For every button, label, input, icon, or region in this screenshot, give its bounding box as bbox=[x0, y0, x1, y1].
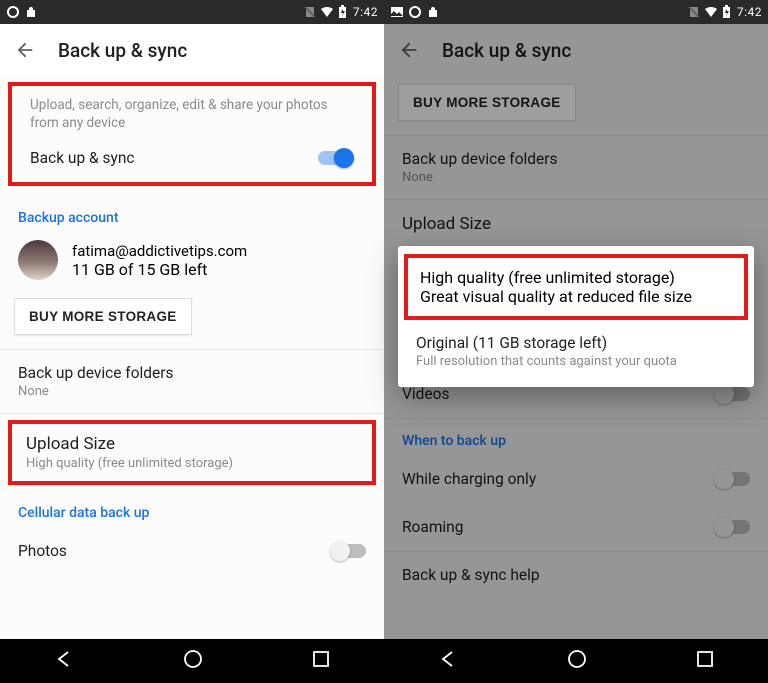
no-sim-icon bbox=[304, 6, 316, 18]
when-to-backup-header: When to back up bbox=[384, 419, 768, 455]
nav-back-icon[interactable] bbox=[54, 649, 74, 673]
device-folders-row[interactable]: Back up device folders None bbox=[384, 136, 768, 199]
phone-left: 7:42 Back up & sync Upload, search, orga… bbox=[0, 0, 384, 683]
cellular-header: Cellular data back up bbox=[0, 491, 384, 527]
clock-time: 7:42 bbox=[353, 5, 378, 19]
no-sim-icon bbox=[688, 6, 700, 18]
bag-icon bbox=[24, 5, 38, 19]
account-email: fatima@addictivetips.com bbox=[72, 242, 247, 260]
upload-size-title: Upload Size bbox=[402, 214, 491, 234]
videos-label: Videos bbox=[402, 385, 449, 403]
nav-bar bbox=[0, 639, 384, 683]
account-storage: 11 GB of 15 GB left bbox=[72, 260, 247, 279]
status-bar: 7:42 bbox=[0, 0, 384, 24]
nav-bar bbox=[384, 639, 768, 683]
device-folders-value: None bbox=[402, 170, 433, 185]
page-header: Back up & sync bbox=[0, 24, 384, 76]
backup-account-header: Backup account bbox=[0, 196, 384, 232]
page-header: Back up & sync bbox=[384, 24, 768, 76]
back-arrow-icon[interactable] bbox=[14, 39, 36, 61]
while-charging-label: While charging only bbox=[402, 470, 536, 488]
page-title: Back up & sync bbox=[58, 39, 187, 62]
circle-icon bbox=[6, 5, 20, 19]
avatar bbox=[18, 240, 58, 280]
device-folders-title: Back up device folders bbox=[402, 150, 558, 168]
back-arrow-icon[interactable] bbox=[398, 39, 420, 61]
nav-back-icon[interactable] bbox=[438, 649, 458, 673]
phone-right: 7:42 Back up & sync BUY MORE STORAGE Bac… bbox=[384, 0, 768, 683]
device-folders-title: Back up device folders bbox=[18, 364, 174, 382]
backup-sync-label: Back up & sync bbox=[30, 149, 135, 167]
videos-toggle[interactable] bbox=[714, 384, 750, 404]
status-bar: 7:42 bbox=[384, 0, 768, 24]
circle-icon bbox=[408, 5, 422, 19]
backup-sync-row[interactable]: Back up & sync bbox=[12, 134, 372, 182]
battery-icon bbox=[722, 5, 731, 19]
description-text: Upload, search, organize, edit & share y… bbox=[12, 86, 372, 134]
hq-title: High quality (free unlimited storage) bbox=[420, 268, 732, 287]
while-charging-row[interactable]: While charging only bbox=[384, 455, 768, 503]
highlight-high-quality: High quality (free unlimited storage) Gr… bbox=[404, 254, 748, 320]
backup-sync-toggle[interactable] bbox=[318, 148, 354, 168]
hq-desc: Great visual quality at reduced file siz… bbox=[420, 287, 732, 306]
account-row[interactable]: fatima@addictivetips.com 11 GB of 15 GB … bbox=[0, 232, 384, 290]
battery-icon bbox=[338, 5, 347, 19]
nav-recent-icon[interactable] bbox=[696, 650, 714, 672]
highlight-backup-sync: Upload, search, organize, edit & share y… bbox=[8, 82, 376, 186]
orig-title: Original (11 GB storage left) bbox=[416, 334, 736, 352]
bag-icon bbox=[426, 5, 440, 19]
upload-size-title: Upload Size bbox=[26, 434, 115, 454]
content-area: Upload, search, organize, edit & share y… bbox=[0, 76, 384, 639]
help-label: Back up & sync help bbox=[402, 566, 540, 584]
picture-icon bbox=[390, 5, 404, 19]
upload-size-value: High quality (free unlimited storage) bbox=[26, 456, 233, 471]
buy-more-storage-button[interactable]: BUY MORE STORAGE bbox=[14, 298, 192, 335]
device-folders-value: None bbox=[18, 384, 49, 399]
help-row[interactable]: Back up & sync help bbox=[384, 552, 768, 598]
orig-desc: Full resolution that counts against your… bbox=[416, 354, 736, 369]
photos-label: Photos bbox=[18, 542, 67, 560]
roaming-toggle[interactable] bbox=[714, 517, 750, 537]
page-title: Back up & sync bbox=[442, 39, 571, 62]
roaming-row[interactable]: Roaming bbox=[384, 503, 768, 551]
device-folders-row[interactable]: Back up device folders None bbox=[0, 350, 384, 413]
nav-recent-icon[interactable] bbox=[312, 650, 330, 672]
wifi-icon bbox=[704, 6, 718, 18]
upload-size-dialog: High quality (free unlimited storage) Gr… bbox=[398, 246, 754, 387]
option-original[interactable]: Original (11 GB storage left) Full resol… bbox=[398, 320, 754, 383]
clock-time: 7:42 bbox=[737, 5, 762, 19]
photos-toggle[interactable] bbox=[330, 541, 366, 561]
upload-size-row[interactable]: Upload Size High quality (free unlimited… bbox=[12, 424, 372, 481]
nav-home-icon[interactable] bbox=[566, 648, 588, 674]
while-charging-toggle[interactable] bbox=[714, 469, 750, 489]
divider bbox=[0, 413, 384, 414]
nav-home-icon[interactable] bbox=[182, 648, 204, 674]
option-high-quality[interactable]: High quality (free unlimited storage) Gr… bbox=[420, 268, 732, 306]
buy-more-storage-button[interactable]: BUY MORE STORAGE bbox=[398, 84, 576, 121]
wifi-icon bbox=[320, 6, 334, 18]
highlight-upload-size: Upload Size High quality (free unlimited… bbox=[8, 420, 376, 485]
photos-row[interactable]: Photos bbox=[0, 527, 384, 575]
roaming-label: Roaming bbox=[402, 518, 463, 536]
